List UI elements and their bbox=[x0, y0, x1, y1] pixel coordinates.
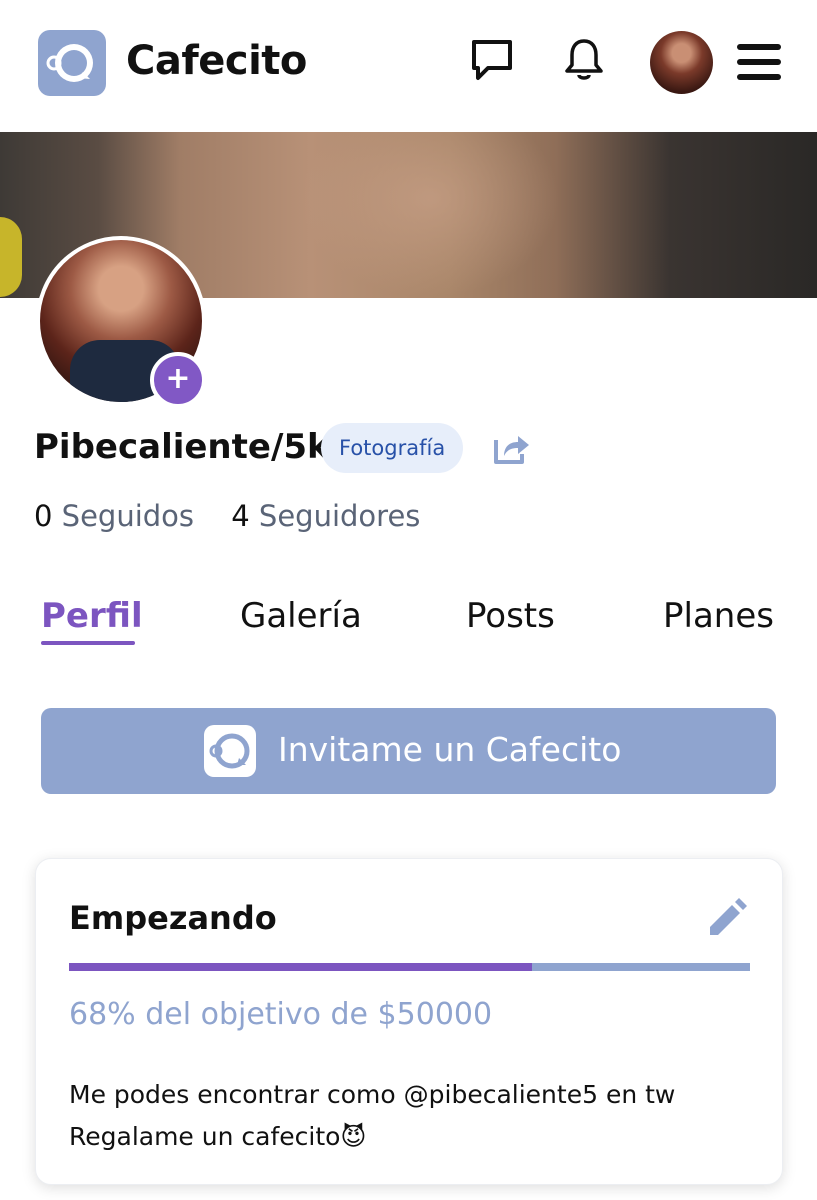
cafecito-cup-icon bbox=[204, 725, 256, 777]
followers-count[interactable]: 4 bbox=[231, 499, 249, 533]
following-label[interactable]: Seguidos bbox=[62, 499, 194, 533]
profile-username: Pibecaliente/5k bbox=[34, 427, 330, 467]
bell-icon[interactable] bbox=[560, 36, 608, 84]
top-header: Cafecito bbox=[0, 0, 817, 132]
tab-planes[interactable]: Planes bbox=[663, 596, 774, 636]
goal-card: Empezando 68% del objetivo de $50000 Me … bbox=[35, 858, 783, 1185]
followers-label[interactable]: Seguidores bbox=[259, 499, 420, 533]
share-icon[interactable] bbox=[492, 430, 532, 466]
goal-title: Empezando bbox=[69, 899, 277, 937]
active-tab-indicator bbox=[41, 641, 135, 645]
goal-description-line: Me podes encontrar como @pibecaliente5 e… bbox=[69, 1080, 676, 1109]
invite-button-label: Invitame un Cafecito bbox=[278, 730, 622, 769]
goal-description: Me podes encontrar como @pibecaliente5 e… bbox=[69, 1074, 759, 1158]
chat-icon[interactable] bbox=[468, 36, 516, 84]
user-avatar[interactable] bbox=[650, 31, 713, 94]
follow-stats: 0 Seguidos 4 Seguidores bbox=[34, 499, 420, 533]
brand-name[interactable]: Cafecito bbox=[126, 38, 307, 84]
pencil-edit-icon[interactable] bbox=[704, 897, 748, 941]
invite-cafecito-button[interactable]: Invitame un Cafecito bbox=[41, 708, 776, 794]
following-count[interactable]: 0 bbox=[34, 499, 52, 533]
goal-summary: 68% del objetivo de $50000 bbox=[69, 997, 493, 1032]
goal-progress-bar bbox=[69, 963, 750, 971]
tab-galeria[interactable]: Galería bbox=[240, 596, 362, 636]
add-photo-button[interactable]: + bbox=[150, 352, 206, 408]
goal-description-line: Regalame un cafecito😈 bbox=[69, 1122, 367, 1151]
goal-progress-fill bbox=[69, 963, 533, 971]
menu-icon[interactable] bbox=[736, 42, 782, 82]
cafecito-logo-icon[interactable] bbox=[38, 30, 106, 96]
tab-posts[interactable]: Posts bbox=[466, 596, 555, 636]
tab-perfil[interactable]: Perfil bbox=[41, 596, 143, 636]
category-tag[interactable]: Fotografía bbox=[321, 423, 464, 473]
